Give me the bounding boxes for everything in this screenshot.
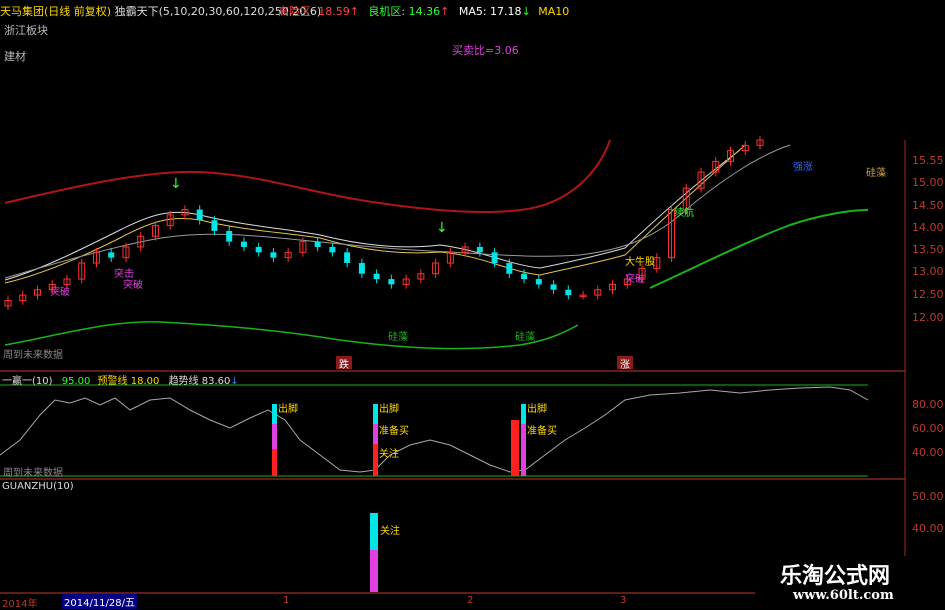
candle-body [358, 263, 365, 274]
mid-indicator-name: 一赢一(10) [2, 376, 53, 387]
signal-bar [373, 444, 378, 476]
y-tick-label: 15.00 [912, 176, 944, 189]
candle-body [314, 241, 321, 247]
candle-body [226, 230, 233, 242]
signal-label-qiangzhang: 强涨 [793, 162, 813, 173]
candle-body [550, 284, 557, 290]
chart-canvas: ↓ ↓ [0, 135, 906, 594]
y-tick-label: 13.00 [912, 265, 944, 278]
watermark-url: www.60lt.com [793, 588, 894, 603]
mid-value-1: 95.00 [61, 376, 91, 387]
candlestick-group [4, 135, 764, 311]
mid-value-2: 18.00 [130, 376, 160, 387]
mid-label-guanzhu: 关注 [379, 449, 399, 460]
candle-body [521, 273, 528, 280]
mid-panel-header: 一赢一(10) 95.00 预警线 18.00 趋势线 83.60↓ [2, 376, 239, 387]
down-arrow-icon: ↓ [436, 220, 448, 236]
y-tick-label: 60.00 [912, 422, 944, 435]
upper-envelope-line [4, 139, 611, 213]
mid-label-chuchao: 出脚 [527, 404, 547, 415]
low-label-guanzhu: 关注 [380, 526, 400, 537]
signal-label-dijian: 硅藻 [515, 332, 535, 343]
candle-body [344, 252, 351, 264]
oscillator-line [0, 386, 869, 473]
y-tick-label: 15.55 [912, 154, 944, 167]
bottom-marker-2: 涨 [617, 356, 633, 371]
signal-label-xuhang: 续航 [674, 208, 694, 219]
mid-label-chuchao: 出脚 [278, 404, 298, 415]
right-green-line [649, 209, 869, 289]
date-tick: 3 [620, 595, 627, 606]
date-tick: 1 [283, 595, 290, 606]
y-tick-label: 12.00 [912, 311, 944, 324]
y-tick-label: 40.00 [912, 522, 944, 535]
signal-bar [272, 424, 277, 449]
candle-body [491, 252, 498, 264]
signal-label-tupo: 突破 [625, 274, 645, 285]
mid-future-note: 周到未来数据 [3, 468, 63, 479]
signal-bar [272, 404, 277, 424]
candle-body [211, 220, 218, 231]
signal-label-dijian: 硅藻 [388, 332, 408, 343]
y-tick-label: 12.50 [912, 288, 944, 301]
candle-body [240, 241, 247, 247]
signal-bar [521, 404, 526, 424]
signal-bar [373, 404, 378, 424]
signal-label-tupo: 突破 [123, 280, 143, 291]
guanzhu-bar [370, 550, 378, 592]
mid-label-chuchao: 出脚 [379, 404, 399, 415]
guanzhu-bar [370, 513, 378, 550]
candle-body [196, 209, 203, 221]
bottom-marker-1: 跌 [336, 356, 352, 371]
mid-value-2-label: 预警线 [97, 376, 128, 387]
y-tick-label: 13.50 [912, 243, 944, 256]
lower-envelope-line [4, 321, 579, 350]
candle-body [255, 246, 262, 253]
down-arrow-icon: ↓ [170, 176, 182, 192]
mid-label-zhunbei: 准备买 [379, 426, 409, 437]
y-tick-label: 50.00 [912, 490, 944, 503]
signal-bar [511, 420, 519, 476]
signal-bar [373, 424, 378, 444]
y-tick-label: 14.50 [912, 199, 944, 212]
signal-label-tupo: 突破 [50, 287, 70, 298]
candle-body [535, 279, 542, 285]
candle-body [270, 252, 277, 258]
signal-bar [521, 424, 526, 476]
y-tick-label: 14.00 [912, 221, 944, 234]
signal-label-right: 硅藻 [866, 168, 886, 179]
candle-body [476, 246, 483, 253]
candle-body [329, 246, 336, 253]
signal-bar [272, 449, 277, 476]
date-year: 2014年 [2, 599, 38, 610]
mid-value-3: 83.60 [201, 376, 231, 387]
date-cursor[interactable]: 2014/11/28/五 [62, 594, 138, 609]
future-data-note: 周到未来数据 [3, 350, 63, 361]
signal-label-niuguzhang: 大牛股 [625, 257, 655, 268]
y-tick-label: 80.00 [912, 398, 944, 411]
candle-body [108, 252, 115, 258]
candle-body [373, 273, 380, 280]
mid-value-3-label: 趋势线 [168, 376, 199, 387]
candle-body [506, 263, 513, 274]
watermark-name: 乐淘公式网 [780, 564, 891, 589]
mid-label-zhunbei: 准备买 [527, 426, 557, 437]
date-tick: 2 [467, 595, 474, 606]
low-panel-header: GUANZHU(10) [2, 481, 74, 492]
candle-body [565, 289, 572, 296]
watermark: 乐淘公式网 www.60lt.com [755, 556, 945, 609]
y-tick-label: 40.00 [912, 446, 944, 459]
candle-body [388, 279, 395, 285]
